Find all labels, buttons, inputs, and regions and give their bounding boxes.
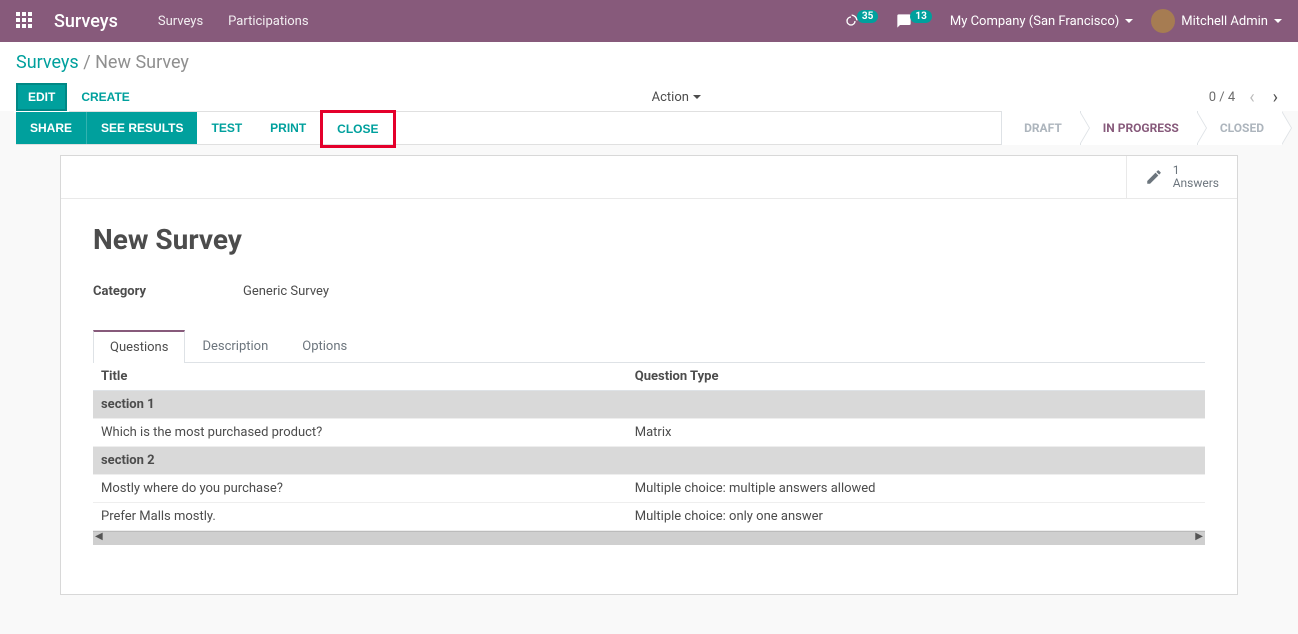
messaging-icon[interactable]: 13 [896, 13, 931, 29]
table-row[interactable]: section 2 [93, 447, 1205, 475]
cell-qtype [627, 447, 1205, 475]
cell-qtype: Multiple choice: only one answer [627, 503, 1205, 531]
category-value: Generic Survey [243, 284, 329, 299]
status-draft[interactable]: DRAFT [1001, 111, 1080, 145]
activity-icon[interactable]: 35 [843, 13, 878, 29]
table-row[interactable]: section 1 [93, 391, 1205, 419]
print-button[interactable]: PRINT [256, 112, 320, 144]
table-row[interactable]: Which is the most purchased product?Matr… [93, 419, 1205, 447]
company-switcher[interactable]: My Company (San Francisco) [950, 14, 1133, 29]
status-bar: DRAFT IN PROGRESS CLOSED [1001, 112, 1282, 144]
status-closed[interactable]: CLOSED [1197, 111, 1282, 145]
cell-qtype: Matrix [627, 419, 1205, 447]
tab-description[interactable]: Description [185, 330, 285, 363]
nav-link-participations[interactable]: Participations [228, 14, 308, 29]
breadcrumb-root[interactable]: Surveys [16, 52, 79, 73]
questions-table: Title Question Type section 1Which is th… [93, 363, 1205, 531]
apps-icon[interactable] [16, 12, 34, 30]
cell-qtype [627, 391, 1205, 419]
close-button[interactable]: CLOSE [320, 110, 395, 148]
create-button[interactable]: CREATE [71, 85, 139, 109]
messaging-badge: 13 [910, 10, 931, 23]
share-button[interactable]: SHARE [16, 112, 86, 144]
edit-button[interactable]: EDIT [16, 83, 67, 111]
status-in-progress[interactable]: IN PROGRESS [1080, 111, 1197, 145]
user-menu[interactable]: Mitchell Admin [1151, 9, 1282, 33]
cell-title: section 2 [93, 447, 627, 475]
test-button[interactable]: TEST [197, 112, 256, 144]
cell-title: section 1 [93, 391, 627, 419]
cell-qtype: Multiple choice: multiple answers allowe… [627, 475, 1205, 503]
activity-badge: 35 [857, 10, 878, 23]
caret-down-icon [1125, 19, 1133, 23]
category-label: Category [93, 284, 243, 299]
brand-title: Surveys [54, 11, 118, 32]
tabs: Questions Description Options [93, 329, 1205, 363]
answers-stat-button[interactable]: 1 Answers [1126, 156, 1237, 198]
answers-label: Answers [1173, 177, 1219, 190]
cell-title: Prefer Malls mostly. [93, 503, 627, 531]
breadcrumb-current: New Survey [95, 52, 189, 73]
pager-next[interactable]: › [1269, 87, 1282, 108]
pager-prev[interactable]: ‹ [1245, 87, 1258, 108]
cell-title: Mostly where do you purchase? [93, 475, 627, 503]
table-row[interactable]: Mostly where do you purchase?Multiple ch… [93, 475, 1205, 503]
col-title: Title [93, 363, 627, 391]
action-bar: SHARE SEE RESULTS TEST PRINT CLOSE DRAFT… [16, 111, 1282, 145]
table-row[interactable]: Prefer Malls mostly.Multiple choice: onl… [93, 503, 1205, 531]
tab-options[interactable]: Options [285, 330, 364, 363]
col-question-type: Question Type [627, 363, 1205, 391]
top-navbar: Surveys Surveys Participations 35 13 My … [0, 0, 1298, 42]
user-name: Mitchell Admin [1181, 14, 1268, 29]
company-name: My Company (San Francisco) [950, 14, 1119, 29]
action-menu[interactable]: Action [652, 90, 701, 105]
edit-icon [1145, 168, 1163, 186]
horizontal-scrollbar[interactable] [93, 531, 1205, 545]
breadcrumb: Surveys / New Survey [16, 52, 1282, 73]
tab-questions[interactable]: Questions [93, 330, 185, 363]
pager: 0 / 4 ‹ › [1209, 87, 1282, 108]
pager-text: 0 / 4 [1209, 90, 1235, 105]
form-sheet: 1 Answers New Survey Category Generic Su… [60, 155, 1238, 595]
cell-title: Which is the most purchased product? [93, 419, 627, 447]
see-results-button[interactable]: SEE RESULTS [86, 112, 197, 144]
nav-link-surveys[interactable]: Surveys [158, 14, 203, 29]
caret-down-icon [693, 95, 701, 99]
avatar [1151, 9, 1175, 33]
caret-down-icon [1274, 19, 1282, 23]
action-label: Action [652, 90, 689, 105]
control-panel: Surveys / New Survey EDIT CREATE Action … [0, 42, 1298, 111]
page-title: New Survey [93, 223, 1205, 256]
